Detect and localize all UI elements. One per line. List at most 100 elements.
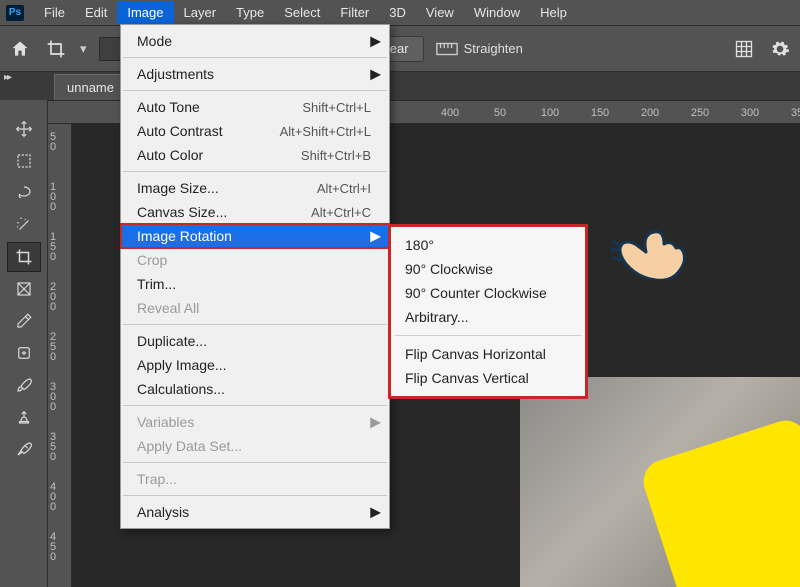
menu-item-canvas-size[interactable]: Canvas Size... Alt+Ctrl+C <box>121 200 389 224</box>
menu-shortcut: Shift+Ctrl+B <box>301 148 371 163</box>
ruler-tick: 1 5 0 <box>50 232 56 262</box>
ruler-tick: 250 <box>691 107 709 119</box>
menu-item-label: Image Size... <box>137 180 219 196</box>
menu-separator <box>123 57 387 58</box>
menu-item-auto-tone[interactable]: Auto Tone Shift+Ctrl+L <box>121 95 389 119</box>
menu-shortcut: Shift+Ctrl+L <box>302 100 371 115</box>
menu-image[interactable]: Image <box>117 1 173 24</box>
app-logo: Ps <box>6 5 24 21</box>
menu-item-label: Trim... <box>137 276 176 292</box>
vertical-ruler: 5 01 0 01 5 02 0 02 5 03 0 03 5 04 0 04 … <box>48 124 72 587</box>
magic-wand-tool[interactable] <box>7 210 41 240</box>
menu-item-image-size[interactable]: Image Size... Alt+Ctrl+I <box>121 176 389 200</box>
submenu-item-arbitrary[interactable]: Arbitrary... <box>391 305 585 329</box>
ruler-tick: 300 <box>741 107 759 119</box>
panel-toggle-chevron-icon[interactable]: ▸▸ <box>4 72 10 83</box>
submenu-arrow-icon: ▶ <box>370 66 381 83</box>
document-tab[interactable]: unname <box>54 74 127 100</box>
canvas-photo <box>520 377 800 587</box>
menu-item-label: Mode <box>137 33 172 49</box>
menu-item-analysis[interactable]: Analysis▶ <box>121 500 389 524</box>
menu-edit[interactable]: Edit <box>75 1 117 24</box>
menu-item-label: Duplicate... <box>137 333 207 349</box>
straighten-button[interactable]: Straighten <box>436 41 523 56</box>
menu-item-label: Calculations... <box>137 381 225 397</box>
menu-item-label: Crop <box>137 252 167 268</box>
ruler-tick: 100 <box>541 107 559 119</box>
menu-item-mode[interactable]: Mode ▶ <box>121 29 389 53</box>
ruler-tick: 1 0 0 <box>50 182 56 212</box>
submenu-item-180[interactable]: 180° <box>391 233 585 257</box>
menu-item-auto-color[interactable]: Auto Color Shift+Ctrl+B <box>121 143 389 167</box>
submenu-arrow-icon: ▶ <box>370 33 381 50</box>
menu-separator <box>123 405 387 406</box>
menu-item-label: Canvas Size... <box>137 204 227 220</box>
menu-item-duplicate[interactable]: Duplicate... <box>121 329 389 353</box>
menu-window[interactable]: Window <box>464 1 530 24</box>
ruler-tick: 200 <box>641 107 659 119</box>
menu-item-adjustments[interactable]: Adjustments ▶ <box>121 62 389 86</box>
menu-item-label: Apply Data Set... <box>137 438 242 454</box>
submenu-item-90-clockwise[interactable]: 90° Clockwise <box>391 257 585 281</box>
menu-item-trap: Trap... <box>121 467 389 491</box>
menu-separator <box>123 171 387 172</box>
menu-item-image-rotation[interactable]: Image Rotation▶ <box>121 224 389 248</box>
submenu-arrow-icon: ▶ <box>370 504 381 521</box>
ruler-tick: 400 <box>441 107 459 119</box>
submenu-item-flip-canvas-horizontal[interactable]: Flip Canvas Horizontal <box>391 342 585 366</box>
grid-overlay-icon[interactable] <box>732 37 756 61</box>
pointing-hand-icon <box>610 210 690 280</box>
marquee-tool[interactable] <box>7 146 41 176</box>
submenu-item-flip-canvas-vertical[interactable]: Flip Canvas Vertical <box>391 366 585 390</box>
menu-item-label: Auto Color <box>137 147 203 163</box>
crop-tool[interactable] <box>7 242 41 272</box>
menu-item-variables: Variables▶ <box>121 410 389 434</box>
dropdown-chevron-icon[interactable]: ▾ <box>80 41 87 57</box>
menu-help[interactable]: Help <box>530 1 577 24</box>
ruler-tick: 350 <box>791 107 800 119</box>
menu-select[interactable]: Select <box>274 1 330 24</box>
menu-layer[interactable]: Layer <box>174 1 227 24</box>
menu-type[interactable]: Type <box>226 1 274 24</box>
menu-item-label: Auto Tone <box>137 99 200 115</box>
ruler-tick: 3 0 0 <box>50 382 56 412</box>
menu-item-trim[interactable]: Trim... <box>121 272 389 296</box>
menu-item-apply-data-set: Apply Data Set... <box>121 434 389 458</box>
lasso-tool[interactable] <box>7 178 41 208</box>
menu-item-apply-image[interactable]: Apply Image... <box>121 353 389 377</box>
ruler-tick: 4 5 0 <box>50 532 56 562</box>
menu-item-calculations[interactable]: Calculations... <box>121 377 389 401</box>
toolbox <box>0 100 48 587</box>
menu-3d[interactable]: 3D <box>379 1 416 24</box>
menu-item-crop: Crop <box>121 248 389 272</box>
submenu-item-90-counter-clockwise[interactable]: 90° Counter Clockwise <box>391 281 585 305</box>
crop-preset-icon[interactable] <box>44 37 68 61</box>
straighten-label: Straighten <box>464 41 523 56</box>
menu-separator <box>123 90 387 91</box>
menubar: Ps FileEditImageLayerTypeSelectFilter3DV… <box>0 0 800 26</box>
menu-shortcut: Alt+Ctrl+C <box>311 205 371 220</box>
menu-file[interactable]: File <box>34 1 75 24</box>
menu-item-label: Adjustments <box>137 66 214 82</box>
image-rotation-submenu: 180°90° Clockwise90° Counter ClockwiseAr… <box>388 224 588 399</box>
home-icon[interactable] <box>8 37 32 61</box>
menu-view[interactable]: View <box>416 1 464 24</box>
ruler-tick: 4 0 0 <box>50 482 56 512</box>
menu-filter[interactable]: Filter <box>330 1 379 24</box>
history-brush-tool[interactable] <box>7 434 41 464</box>
ruler-tick: 3 5 0 <box>50 432 56 462</box>
menu-item-reveal-all: Reveal All <box>121 296 389 320</box>
menu-separator <box>123 324 387 325</box>
ruler-tick: 2 0 0 <box>50 282 56 312</box>
move-tool[interactable] <box>7 114 41 144</box>
frame-tool[interactable] <box>7 274 41 304</box>
menu-item-label: Image Rotation <box>137 228 232 244</box>
menu-item-auto-contrast[interactable]: Auto ContrastAlt+Shift+Ctrl+L <box>121 119 389 143</box>
menu-shortcut: Alt+Ctrl+I <box>317 181 371 196</box>
settings-gear-icon[interactable] <box>768 37 792 61</box>
ruler-tick: 150 <box>591 107 609 119</box>
eyedropper-tool[interactable] <box>7 306 41 336</box>
healing-brush-tool[interactable] <box>7 338 41 368</box>
clone-stamp-tool[interactable] <box>7 402 41 432</box>
brush-tool[interactable] <box>7 370 41 400</box>
